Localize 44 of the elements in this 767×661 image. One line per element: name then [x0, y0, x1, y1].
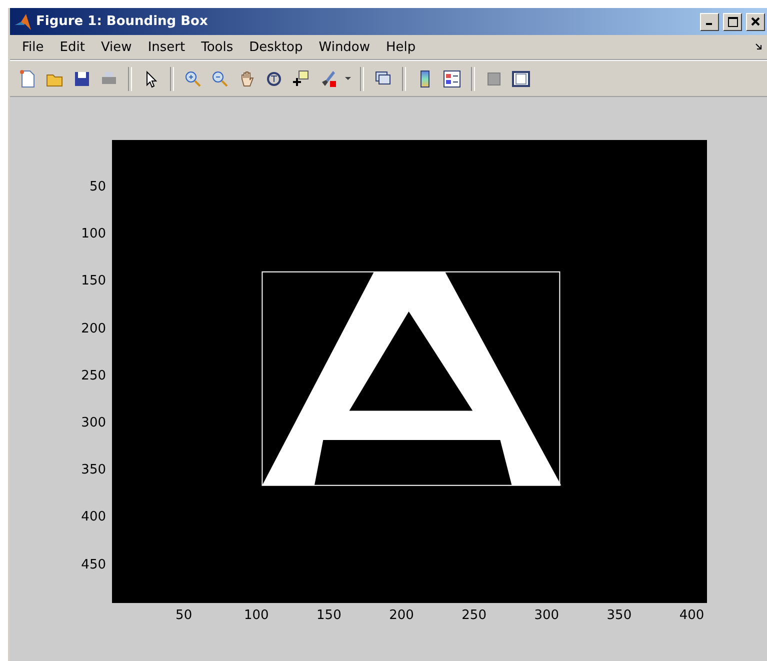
caret-icon	[345, 77, 351, 80]
menu-item[interactable]: Window	[310, 40, 378, 54]
maximize-icon	[728, 16, 738, 26]
hide-plot-tools-icon	[485, 70, 503, 88]
zoom-out-icon	[211, 70, 229, 88]
maximize-button[interactable]	[723, 12, 742, 30]
brush-icon	[319, 70, 337, 88]
menu-item[interactable]: Tools	[193, 40, 242, 54]
y-tick-label: 300	[81, 415, 106, 430]
data-cursor-icon	[292, 70, 310, 88]
x-tick-label: 200	[389, 608, 414, 623]
y-tick-label: 100	[81, 226, 106, 242]
show-plot-tools-icon	[512, 70, 530, 88]
minimize-button[interactable]	[700, 12, 719, 30]
menu-item[interactable]: File	[14, 40, 52, 54]
y-tick-label: 50	[89, 179, 106, 194]
y-tick-label: 200	[81, 321, 106, 336]
window-title: Figure 1: Bounding Box	[36, 14, 209, 29]
menu-item[interactable]: Help	[378, 40, 424, 54]
menu-item[interactable]: View	[92, 40, 140, 54]
x-tick-label: 100	[244, 608, 269, 623]
app-logo-icon	[14, 12, 32, 30]
new-file-icon	[19, 70, 37, 88]
x-tick-label: 350	[606, 608, 632, 623]
menu-item[interactable]: Insert	[140, 40, 194, 54]
close-button[interactable]	[746, 12, 765, 30]
menu-item[interactable]: Desktop	[241, 40, 311, 54]
y-tick-label: 250	[81, 368, 106, 384]
y-tick-label: 350	[81, 462, 106, 478]
y-tick-label: 400	[81, 510, 106, 525]
x-tick-label: 400	[679, 608, 704, 623]
x-tick-label: 250	[462, 608, 486, 623]
y-tick-label: 450	[81, 557, 106, 572]
x-tick-label: 150	[316, 608, 342, 623]
close-icon	[751, 17, 760, 26]
zoom-in-icon	[184, 70, 202, 88]
save-icon	[73, 70, 91, 88]
legend-icon	[443, 70, 461, 88]
y-tick-label: 150	[81, 274, 106, 289]
x-tick-label: 300	[534, 608, 560, 623]
dock-arrow-icon[interactable]	[755, 43, 763, 51]
linked-windows-icon	[374, 70, 392, 88]
menu-item[interactable]: Edit	[52, 40, 93, 54]
x-tick-label: 50	[176, 608, 192, 623]
